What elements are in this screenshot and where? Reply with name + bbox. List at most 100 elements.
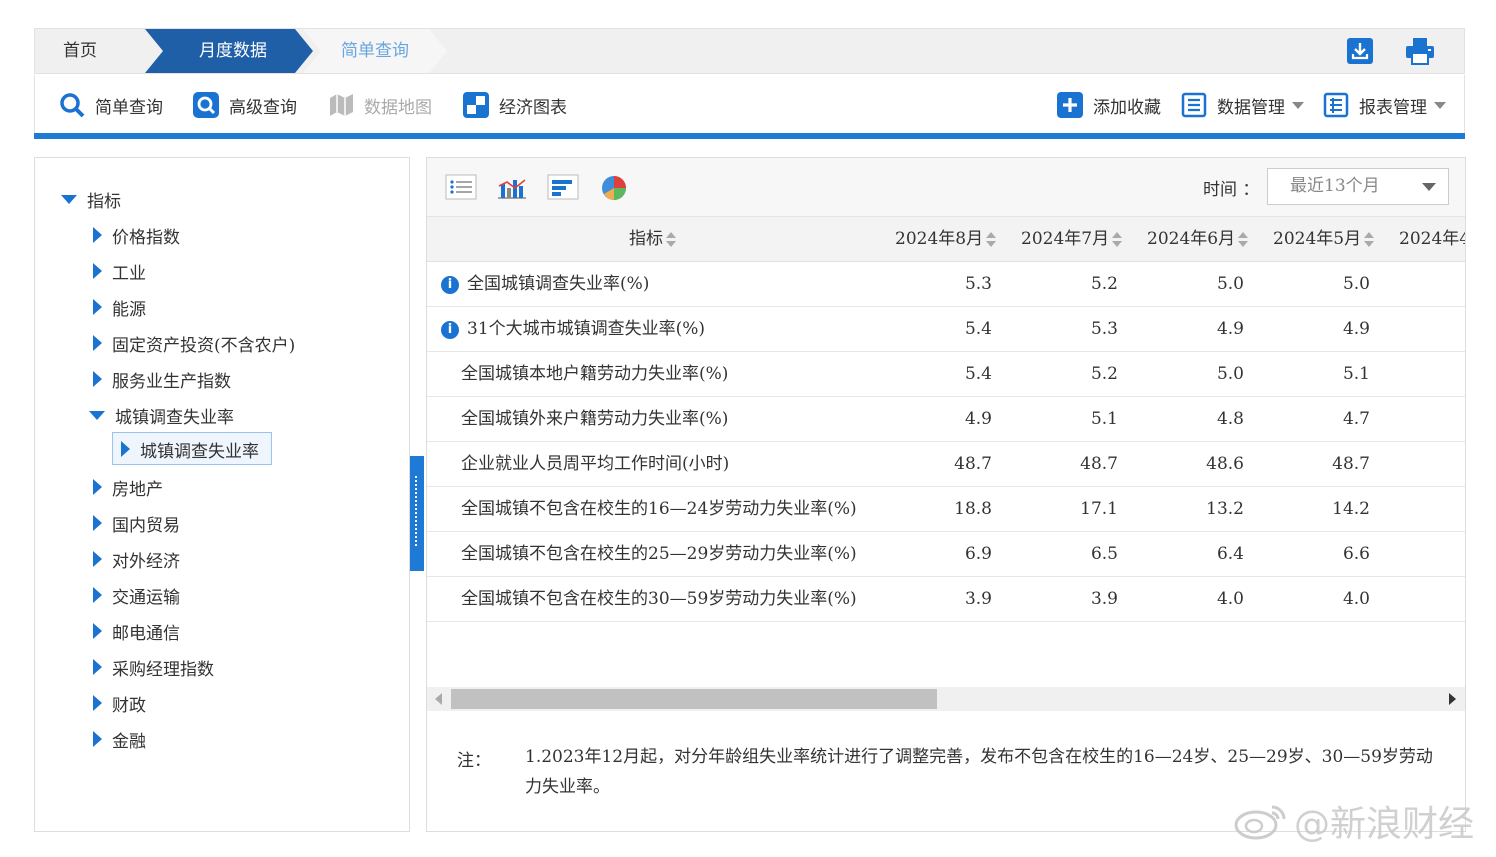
column-header-date[interactable]: 2024年6月 — [1147, 217, 1249, 261]
tree-item[interactable]: 价格指数 — [93, 223, 180, 248]
info-icon[interactable]: i — [441, 321, 459, 339]
tree-item[interactable]: 采购经理指数 — [93, 655, 214, 680]
collapsed-icon — [93, 371, 102, 387]
cell-value: 48.6 — [1206, 454, 1244, 474]
breadcrumb-monthly-data[interactable]: 月度数据 — [145, 29, 313, 73]
report-manage-dropdown[interactable]: 报表管理 — [1323, 90, 1446, 120]
cell-value: 6.5 — [1090, 544, 1118, 564]
expanded-icon — [61, 194, 77, 204]
breadcrumb-home[interactable]: 首页 — [63, 29, 97, 73]
collapsed-icon — [93, 299, 102, 315]
collapsed-icon — [93, 695, 102, 711]
info-icon[interactable]: i — [441, 276, 459, 294]
table-view-icon[interactable] — [445, 174, 477, 200]
horizontal-scrollbar[interactable] — [427, 687, 1465, 711]
watermark-text: @新浪财经 — [1294, 804, 1475, 845]
simple-query-button[interactable]: 简单查询 — [59, 90, 163, 120]
print-icon[interactable] — [1404, 37, 1436, 65]
collapsed-icon — [93, 227, 102, 243]
cell-value: 6.6 — [1342, 544, 1370, 564]
breadcrumb-monthly-data-label: 月度数据 — [199, 41, 267, 61]
breadcrumb-simple-query[interactable]: 简单查询 — [303, 29, 447, 73]
econ-chart-button[interactable]: 经济图表 — [463, 90, 567, 120]
cell-value: 4.9 — [1342, 319, 1370, 339]
tree-item[interactable]: 服务业生产指数 — [93, 367, 231, 392]
search-icon — [59, 92, 85, 118]
column-header-date[interactable]: 2024年4 — [1399, 217, 1465, 261]
tree-root[interactable]: 指标 — [61, 187, 121, 212]
table-row[interactable]: i 全国城镇调查失业率(%) 5.3 5.2 5.0 5.0 — [427, 262, 1465, 307]
cell-value: 14.2 — [1332, 499, 1370, 519]
list-icon — [1181, 92, 1207, 118]
tree-item[interactable]: 工业 — [93, 259, 146, 284]
cell-value: 5.0 — [1216, 364, 1244, 384]
tree-item-label: 服务业生产指数 — [112, 371, 231, 392]
sort-icon — [1238, 231, 1249, 248]
column-header-indicator[interactable]: 指标 — [629, 217, 676, 261]
tree-item-label: 交通运输 — [112, 587, 180, 608]
tree-item-label: 能源 — [112, 299, 146, 320]
tree-item-label: 固定资产投资(不含农户) — [112, 335, 296, 356]
column-header-date[interactable]: 2024年5月 — [1273, 217, 1375, 261]
tree-item[interactable]: 对外经济 — [93, 547, 180, 572]
collapsed-icon — [93, 659, 102, 675]
scroll-left-icon[interactable] — [435, 693, 442, 705]
cell-value: 6.4 — [1216, 544, 1244, 564]
cell-value: 17.1 — [1080, 499, 1118, 519]
tree-item[interactable]: 交通运输 — [93, 583, 180, 608]
column-header-date[interactable]: 2024年7月 — [1021, 217, 1123, 261]
tree-item[interactable]: 固定资产投资(不含农户) — [93, 331, 296, 356]
cell-value — [1416, 397, 1465, 441]
tree-item-label: 金融 — [112, 731, 146, 752]
pie-chart-icon[interactable] — [599, 174, 631, 200]
cell-value: 5.1 — [1342, 364, 1370, 384]
sort-icon — [1112, 231, 1123, 248]
scroll-right-icon[interactable] — [1449, 693, 1456, 705]
tree-item[interactable]: 财政 — [93, 691, 146, 716]
advanced-query-button[interactable]: 高级查询 — [193, 90, 297, 120]
table-icon — [1323, 92, 1349, 118]
scrollbar-thumb[interactable] — [451, 689, 937, 709]
tree-item[interactable]: 国内贸易 — [93, 511, 180, 536]
time-range-select[interactable]: 最近13个月 — [1267, 168, 1449, 205]
tree-item-label: 国内贸易 — [112, 515, 180, 536]
table-row[interactable]: 全国城镇本地户籍劳动力失业率(%) 5.4 5.2 5.0 5.1 — [427, 352, 1465, 397]
row-indicator-name: 全国城镇不包含在校生的16—24岁劳动力失业率(%) — [461, 499, 857, 519]
tree-item[interactable]: 能源 — [93, 295, 146, 320]
tree-selected-node[interactable]: 城镇调查失业率 — [112, 432, 272, 465]
tree-item-expanded[interactable]: 城镇调查失业率 — [89, 403, 234, 428]
cell-value: 18.8 — [954, 499, 992, 519]
cell-value: 13.2 — [1206, 499, 1244, 519]
tree-item-label: 房地产 — [112, 479, 163, 500]
chevron-down-icon — [1422, 183, 1436, 191]
cell-value: 3.9 — [1090, 589, 1118, 609]
table-row[interactable]: 全国城镇不包含在校生的25—29岁劳动力失业率(%) 6.9 6.5 6.4 6.6 — [427, 532, 1465, 577]
data-map-button[interactable]: 数据地图 — [328, 90, 432, 120]
download-icon[interactable] — [1346, 37, 1374, 65]
table-row[interactable]: 全国城镇外来户籍劳动力失业率(%) 4.9 5.1 4.8 4.7 — [427, 397, 1465, 442]
query-toolbar: 简单查询 高级查询 数据地图 经济图表 添加收藏 数据管理 报表管理 — [34, 75, 1465, 133]
tree-item-label: 邮电通信 — [112, 623, 180, 644]
horizontal-bar-icon[interactable] — [547, 174, 579, 200]
tree-item[interactable]: 房地产 — [93, 475, 163, 500]
expanded-icon — [89, 410, 105, 420]
data-manage-dropdown[interactable]: 数据管理 — [1181, 90, 1304, 120]
cell-value: 5.3 — [964, 274, 992, 294]
time-label: 时间 ： — [1203, 180, 1260, 200]
table-row[interactable]: 全国城镇不包含在校生的16—24岁劳动力失业率(%) 18.8 17.1 13.2 14… — [427, 487, 1465, 532]
collapsed-icon — [93, 479, 102, 495]
tree-item-label: 对外经济 — [112, 551, 180, 572]
column-header-date[interactable]: 2024年8月 — [895, 217, 997, 261]
table-row[interactable]: 全国城镇不包含在校生的30—59岁劳动力失业率(%) 3.9 3.9 4.0 4.0 — [427, 577, 1465, 622]
collapsed-icon — [93, 263, 102, 279]
table-row[interactable]: i 31个大城市城镇调查失业率(%) 5.4 5.3 4.9 4.9 — [427, 307, 1465, 352]
data-panel: 时间 ： 最近13个月 指标 2024年8月 2024年7月 2024年6月 2… — [426, 157, 1466, 832]
panel-splitter[interactable] — [410, 456, 424, 571]
bar-chart-icon[interactable] — [496, 174, 528, 200]
watermark: @新浪财经 — [1232, 795, 1474, 847]
table-row[interactable]: 企业就业人员周平均工作时间(小时) 48.7 48.7 48.6 48.7 4 — [427, 442, 1465, 487]
tree-item[interactable]: 金融 — [93, 727, 146, 752]
add-favorite-button[interactable]: 添加收藏 — [1057, 90, 1161, 120]
cell-value: 3.9 — [964, 589, 992, 609]
tree-item[interactable]: 邮电通信 — [93, 619, 180, 644]
